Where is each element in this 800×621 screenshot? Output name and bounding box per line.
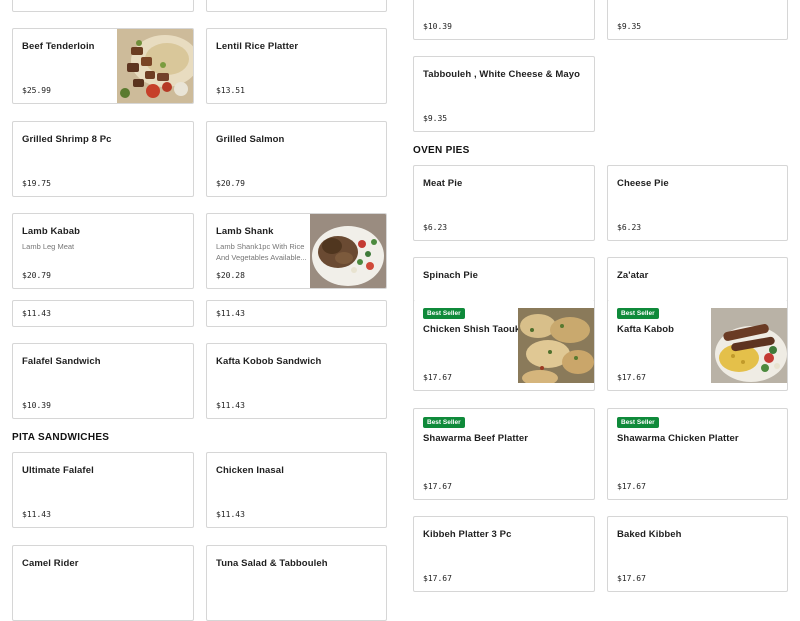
item-price: $11.43	[216, 309, 245, 318]
item-name: Lentil Rice Platter	[216, 41, 299, 52]
best-seller-badge: Best Seller	[423, 308, 465, 319]
item-name: Chicken Inasal	[216, 465, 284, 476]
item-price: $10.39	[22, 401, 51, 410]
lamb-shank-photo	[310, 214, 386, 288]
menu-item-camel-rider[interactable]: Camel Rider	[12, 545, 194, 621]
item-name: Lamb Kabab	[22, 226, 81, 237]
item-name: Kibbeh Platter 3 Pc	[423, 529, 512, 540]
item-description: Lamb Shank1pc With Rice And Vegetables A…	[216, 242, 307, 262]
item-name: Kafta Kabob	[617, 324, 675, 335]
item-price: $17.67	[617, 482, 646, 491]
section-title-pita-sandwiches: PITA SANDWICHES	[12, 432, 110, 443]
section-title-oven-pies: OVEN PIES	[413, 145, 470, 156]
item-name: Ultimate Falafel	[22, 465, 94, 476]
item-price: $9.35	[423, 114, 448, 123]
item-price: $11.43	[216, 510, 245, 519]
item-name: Lamb Shank	[216, 226, 274, 237]
best-seller-badge: Best Seller	[423, 417, 465, 428]
menu-item-lentil-rice-platter[interactable]: Lentil Rice Platter $13.51	[206, 28, 387, 104]
menu-item-card[interactable]: $9.35	[607, 0, 788, 40]
item-price: $25.99	[22, 86, 51, 95]
item-price: $20.28	[216, 271, 245, 280]
beef-tenderloin-photo	[117, 29, 193, 103]
menu-item-card[interactable]: $11.43	[206, 300, 387, 327]
item-name: Shawarma Beef Platter	[423, 433, 529, 444]
item-price: $13.51	[216, 86, 245, 95]
menu-item-cheese-pie[interactable]: Cheese Pie $6.23	[607, 165, 788, 241]
item-name: Beef Tenderloin	[22, 41, 95, 52]
item-price: $17.67	[617, 574, 646, 583]
best-seller-badge: Best Seller	[617, 417, 659, 428]
menu-item-shawarma-chicken-platter[interactable]: Best Seller Shawarma Chicken Platter $17…	[607, 408, 788, 500]
item-price: $20.79	[22, 271, 51, 280]
menu-item-tuna-salad-tabbouleh[interactable]: Tuna Salad & Tabbouleh	[206, 545, 387, 621]
item-name: Shawarma Chicken Platter	[617, 433, 739, 444]
kafta-kabob-photo	[711, 308, 787, 383]
menu-item-kafta-kabob[interactable]: Best Seller Kafta Kabob $17.67	[607, 300, 788, 391]
item-name: Baked Kibbeh	[617, 529, 682, 540]
item-name: Falafel Sandwich	[22, 356, 101, 367]
menu-item-lamb-shank[interactable]: Lamb Shank Lamb Shank1pc With Rice And V…	[206, 213, 387, 289]
item-name: Chicken Shish Taouk	[423, 324, 521, 335]
menu-item-kafta-kobob-sandwich[interactable]: Kafta Kobob Sandwich $11.43	[206, 343, 387, 419]
menu-item-kibbeh-platter[interactable]: Kibbeh Platter 3 Pc $17.67	[413, 516, 595, 592]
item-price: $6.23	[617, 223, 642, 232]
menu-item-chicken-shish-taouk[interactable]: Best Seller Chicken Shish Taouk $17.67	[413, 300, 595, 391]
item-price: $6.23	[423, 223, 448, 232]
item-price: $17.67	[617, 373, 646, 382]
item-name: Tabbouleh , White Cheese & Mayo	[423, 69, 581, 80]
menu-item-baked-kibbeh[interactable]: Baked Kibbeh $17.67	[607, 516, 788, 592]
item-description: Lamb Leg Meat	[22, 242, 75, 251]
item-name: Grilled Shrimp 8 Pc	[22, 134, 112, 145]
menu-item-grilled-shrimp[interactable]: Grilled Shrimp 8 Pc $19.75	[12, 121, 194, 197]
menu-item-grilled-salmon[interactable]: Grilled Salmon $20.79	[206, 121, 387, 197]
item-price: $11.43	[22, 309, 51, 318]
menu-item-chicken-inasal[interactable]: Chicken Inasal $11.43	[206, 452, 387, 528]
item-price: $17.67	[423, 482, 452, 491]
menu-item-card[interactable]: $10.39	[413, 0, 595, 40]
chicken-shish-taouk-photo	[518, 308, 594, 383]
item-price: $9.35	[617, 22, 642, 31]
item-price: $17.67	[423, 574, 452, 583]
menu-item-lamb-kabab[interactable]: Lamb Kabab Lamb Leg Meat $20.79	[12, 213, 194, 289]
menu-item-beef-tenderloin[interactable]: Beef Tenderloin $25.99	[12, 28, 194, 104]
menu-item-meat-pie[interactable]: Meat Pie $6.23	[413, 165, 595, 241]
menu-item-falafel-sandwich[interactable]: Falafel Sandwich $10.39	[12, 343, 194, 419]
menu-item-card[interactable]: $11.43	[12, 300, 194, 327]
menu-item-card[interactable]	[12, 0, 194, 12]
item-name: Cheese Pie	[617, 178, 669, 189]
item-name: Grilled Salmon	[216, 134, 285, 145]
item-price: $10.39	[423, 22, 452, 31]
menu-item-shawarma-beef-platter[interactable]: Best Seller Shawarma Beef Platter $17.67	[413, 408, 595, 500]
item-price: $19.75	[22, 179, 51, 188]
item-name: Spinach Pie	[423, 270, 478, 281]
item-name: Za'atar	[617, 270, 649, 281]
item-price: $20.79	[216, 179, 245, 188]
item-name: Camel Rider	[22, 558, 79, 569]
item-price: $11.43	[22, 510, 51, 519]
best-seller-badge: Best Seller	[617, 308, 659, 319]
item-price: $17.67	[423, 373, 452, 382]
item-name: Tuna Salad & Tabbouleh	[216, 558, 328, 569]
item-name: Kafta Kobob Sandwich	[216, 356, 322, 367]
item-name: Meat Pie	[423, 178, 463, 189]
item-price: $11.43	[216, 401, 245, 410]
menu-item-ultimate-falafel[interactable]: Ultimate Falafel $11.43	[12, 452, 194, 528]
menu-item-card[interactable]	[206, 0, 387, 12]
menu-item-tabbouleh-white-cheese-mayo[interactable]: Tabbouleh , White Cheese & Mayo $9.35	[413, 56, 595, 132]
